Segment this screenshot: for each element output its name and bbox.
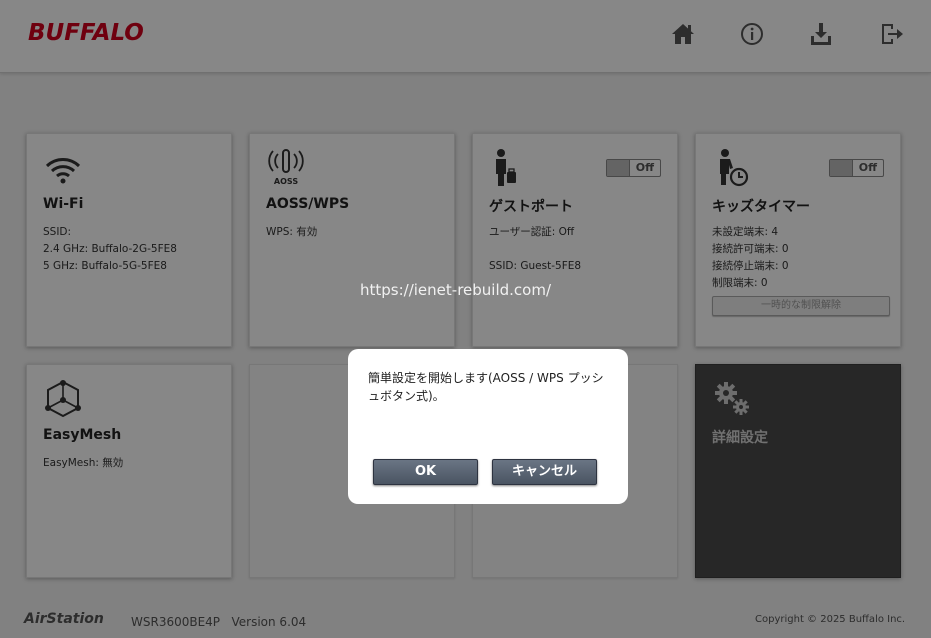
dialog-message: 簡単設定を開始します(AOSS / WPS プッシュボタン式)。 (368, 371, 604, 403)
ok-button[interactable]: OK (373, 459, 478, 485)
modal-overlay (0, 0, 931, 638)
cancel-button[interactable]: キャンセル (492, 459, 597, 485)
confirm-dialog: 簡単設定を開始します(AOSS / WPS プッシュボタン式)。 OK キャンセ… (348, 349, 628, 504)
watermark-text: https://ienet-rebuild.com/ (360, 281, 552, 299)
